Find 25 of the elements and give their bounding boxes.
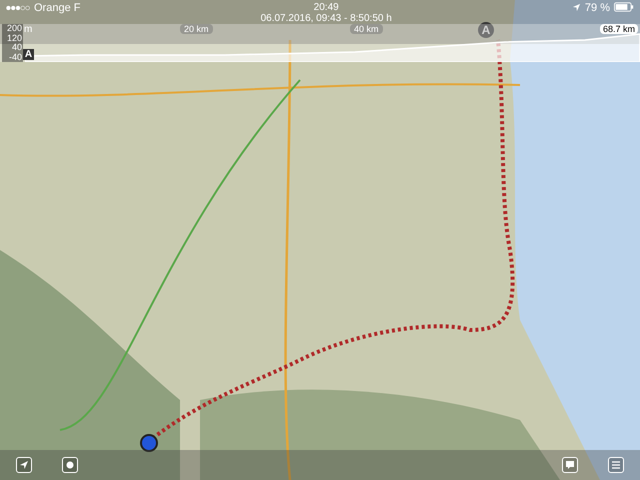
elevation-label: 40 — [12, 43, 22, 52]
total-distance: 68.7 km — [600, 24, 638, 34]
elevation-label: 200 — [6, 24, 22, 34]
distance-label: 40 km — [350, 24, 383, 34]
elevation-label: 120 — [6, 34, 22, 43]
track-summary: 06.07.2016, 09:43 - 8:50:50 h — [260, 13, 392, 24]
elevation-label: -40 — [8, 52, 22, 62]
start-marker: A — [23, 49, 34, 60]
battery-percentage: 79 % — [584, 2, 610, 14]
list-icon — [610, 459, 622, 471]
list-button[interactable] — [608, 457, 624, 473]
speech-bubble-icon — [564, 459, 576, 471]
signal-icon — [6, 5, 30, 11]
message-button[interactable] — [562, 457, 578, 473]
distance-label: 20 km — [180, 24, 213, 34]
battery-icon — [614, 2, 634, 12]
record-button[interactable] — [62, 457, 78, 473]
location-arrow-icon — [572, 3, 581, 12]
elevation-unit: m — [24, 24, 32, 35]
location-arrow-icon — [18, 459, 30, 471]
map-drawing[interactable] — [0, 0, 640, 480]
carrier-name: Orange F — [34, 2, 80, 14]
locate-button[interactable] — [16, 457, 32, 473]
clock-time: 20:49 — [314, 2, 339, 13]
record-dot-icon — [64, 459, 76, 471]
